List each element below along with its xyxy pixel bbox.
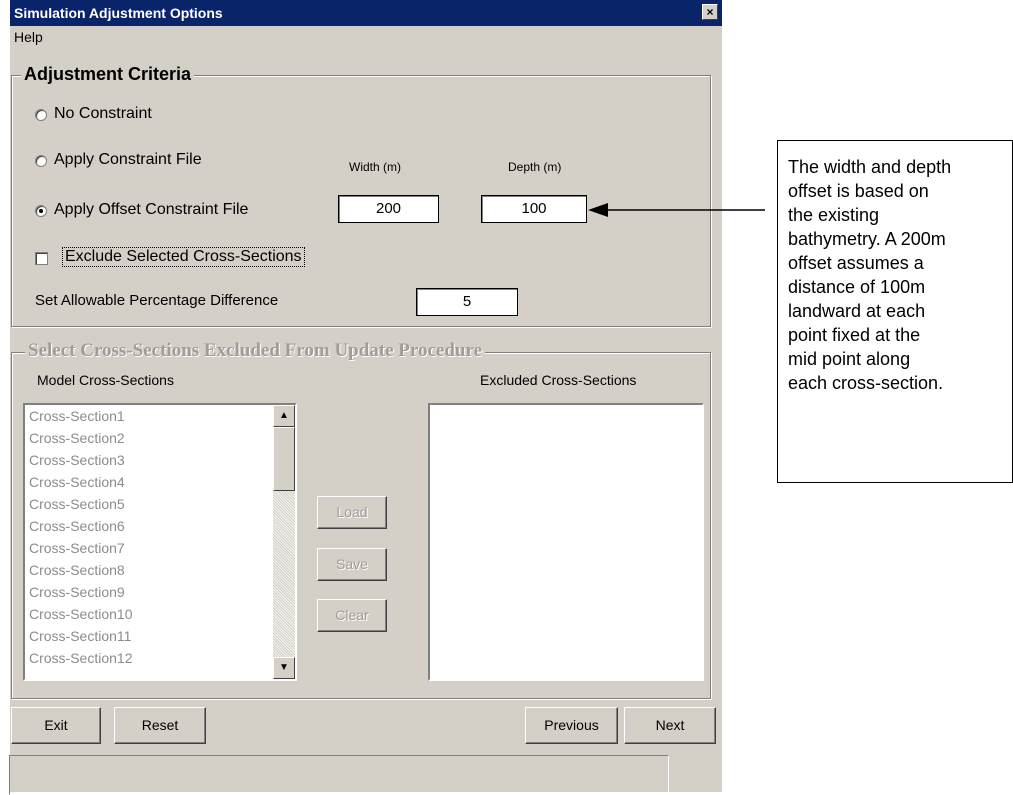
next-button[interactable]: Next: [624, 707, 716, 744]
adjustment-criteria-legend: Adjustment Criteria: [21, 64, 195, 84]
pct-input[interactable]: 5: [416, 288, 518, 316]
pct-label: Set Allowable Percentage Difference: [35, 292, 279, 309]
list-item[interactable]: Cross-Section12: [29, 650, 133, 666]
depth-input[interactable]: 100: [481, 195, 587, 223]
title-bar: Simulation Adjustment Options ×: [10, 0, 722, 26]
width-label: Width (m): [349, 160, 401, 174]
annotation-line: landward at each: [788, 301, 926, 321]
exclude-label[interactable]: Exclude Selected Cross-Sections: [62, 247, 305, 267]
clear-button[interactable]: Clear: [317, 599, 387, 632]
annotation-line: offset is based on: [788, 181, 929, 201]
reset-button[interactable]: Reset: [114, 707, 206, 744]
scroll-down-icon[interactable]: ▼: [273, 657, 295, 679]
list-item[interactable]: Cross-Section8: [29, 562, 125, 578]
list-item[interactable]: Cross-Section11: [29, 628, 131, 644]
list-item[interactable]: Cross-Section10: [29, 606, 133, 622]
apply-constraint-label[interactable]: Apply Constraint File: [54, 151, 202, 169]
exit-button[interactable]: Exit: [11, 707, 101, 744]
model-header: Model Cross-Sections: [37, 372, 174, 388]
close-icon[interactable]: ×: [702, 4, 718, 20]
radio-apply-constraint[interactable]: [35, 155, 47, 167]
dialog-window: Simulation Adjustment Options × Help Adj…: [9, 0, 722, 795]
annotation-callout: The width and depth offset is based on t…: [777, 140, 1013, 483]
depth-label: Depth (m): [508, 160, 562, 174]
list-item[interactable]: Cross-Section3: [29, 452, 125, 468]
load-button[interactable]: Load: [317, 496, 387, 529]
previous-button[interactable]: Previous: [525, 707, 618, 744]
annotation-line: The width and depth: [788, 157, 952, 177]
status-bar: [9, 755, 669, 795]
radio-apply-offset[interactable]: [35, 205, 47, 217]
window-title: Simulation Adjustment Options: [14, 5, 223, 21]
list-item[interactable]: Cross-Section7: [29, 540, 125, 556]
annotation-line: bathymetry. A 200m: [788, 229, 946, 249]
menu-help[interactable]: Help: [14, 29, 43, 45]
list-item[interactable]: Cross-Section9: [29, 584, 125, 600]
radio-no-constraint[interactable]: [35, 109, 47, 121]
scroll-up-icon[interactable]: ▲: [273, 405, 295, 427]
list-item[interactable]: Cross-Section6: [29, 518, 125, 534]
list-item[interactable]: Cross-Section1: [29, 408, 125, 424]
excluded-cross-sections-list[interactable]: [428, 403, 704, 681]
annotation-line: point fixed at the: [788, 325, 921, 345]
annotation-line: each cross-section.: [788, 373, 944, 393]
excluded-header: Excluded Cross-Sections: [480, 372, 637, 388]
no-constraint-label[interactable]: No Constraint: [54, 105, 152, 123]
list-item[interactable]: Cross-Section4: [29, 474, 125, 490]
width-input[interactable]: 200: [338, 195, 439, 223]
annotation-line: distance of 100m: [788, 277, 926, 297]
save-button[interactable]: Save: [317, 548, 387, 581]
exclusion-legend: Select Cross-Sections Excluded From Upda…: [25, 341, 486, 361]
annotation-line: offset assumes a: [788, 253, 924, 273]
apply-offset-label[interactable]: Apply Offset Constraint File: [54, 201, 248, 219]
menu-bar: Help: [10, 26, 722, 48]
scrollbar-thumb[interactable]: [273, 427, 295, 491]
list-item[interactable]: Cross-Section5: [29, 496, 125, 512]
annotation-line: mid point along: [788, 349, 911, 369]
radio-selected-dot: [39, 209, 43, 213]
list-item[interactable]: Cross-Section2: [29, 430, 125, 446]
exclude-checkbox[interactable]: [35, 252, 48, 265]
annotation-line: the existing: [788, 205, 880, 225]
model-cross-sections-list[interactable]: Cross-Section1 Cross-Section2 Cross-Sect…: [23, 403, 297, 681]
